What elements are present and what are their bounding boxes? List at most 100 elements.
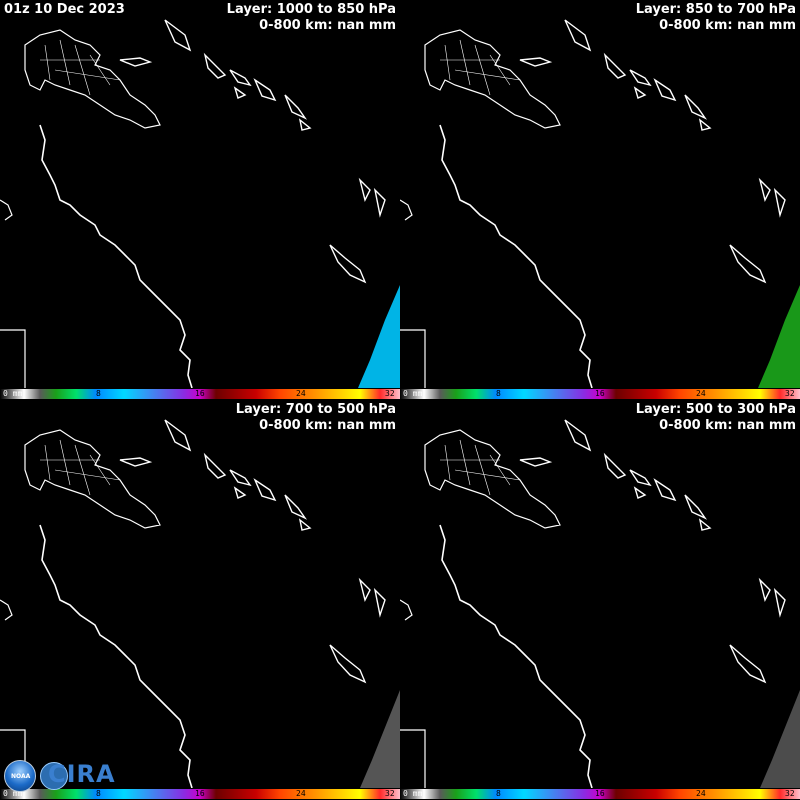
range-label: 0-800 km: nan mm (659, 18, 796, 33)
colorbar-tick: 8 (496, 389, 501, 398)
colorbar-tick: 16 (195, 789, 205, 798)
state-border (400, 199, 426, 388)
island-outline (519, 457, 553, 467)
coastline-map (400, 19, 800, 388)
island-outline (119, 57, 153, 67)
island-outline (698, 518, 712, 531)
island-outline (229, 469, 252, 487)
moisture-field (360, 690, 400, 788)
island-outline (373, 187, 386, 218)
island-outline (164, 19, 192, 52)
colorbar-tick: 0 mm (3, 389, 23, 398)
colorbar-tick: 32 (785, 389, 795, 398)
island-outline (203, 52, 227, 79)
png-coastline (424, 29, 561, 129)
map-panel-1: Layer: 1000 to 850 hPa 0-800 km: nan mm 0 … (0, 0, 400, 400)
layer-label: Layer: 700 to 500 hPa (235, 402, 396, 417)
colorbar-tick: 24 (296, 789, 306, 798)
island-outline (284, 494, 308, 520)
coastline-map (0, 19, 400, 388)
colorbar-tick: 8 (496, 789, 501, 798)
coastline-map (400, 419, 800, 788)
island-outline (729, 644, 767, 684)
australia-coastline (439, 124, 593, 388)
island-outline (684, 494, 708, 520)
colorbar-tick: 16 (595, 789, 605, 798)
map-panel-2: Layer: 850 to 700 hPa 0-800 km: nan mm 0 m… (400, 0, 800, 400)
colorbar-tick: 8 (96, 789, 101, 798)
island-outline (653, 478, 677, 502)
island-outline (373, 587, 386, 618)
colorbar-tick: 32 (385, 389, 395, 398)
range-label: 0-800 km: nan mm (659, 418, 796, 433)
island-outline (253, 478, 277, 502)
colorbar-tick: 0 mm (403, 389, 423, 398)
province-borders (440, 39, 521, 96)
island-outline (358, 577, 371, 603)
island-outline (229, 69, 252, 87)
island-outline (564, 19, 592, 52)
map-panel-3: Layer: 700 to 500 hPa 0-800 km: nan mm 0 m… (0, 400, 400, 800)
colorbar: 0 mm 8 16 24 32 (0, 388, 400, 400)
cira-logo-text: CIRA (48, 760, 116, 788)
island-outline (329, 644, 367, 684)
island-outline (298, 118, 312, 131)
noaa-logo-icon: NOAA (4, 760, 36, 792)
moisture-field (760, 690, 800, 788)
island-outline (773, 587, 786, 618)
island-outline (698, 118, 712, 131)
png-coastline (24, 29, 161, 129)
province-borders (440, 439, 521, 496)
colorbar-tick: 16 (595, 389, 605, 398)
state-border (400, 599, 426, 788)
state-border (0, 199, 26, 388)
moisture-field (358, 285, 400, 388)
colorbar-tick: 24 (296, 389, 306, 398)
province-borders (40, 439, 121, 496)
island-outline (653, 78, 677, 102)
timestamp-label: 01z 10 Dec 2023 (4, 2, 125, 17)
australia-coastline (39, 124, 193, 388)
island-outline (298, 518, 312, 531)
island-outline (164, 419, 192, 452)
island-outline (564, 419, 592, 452)
png-coastline (24, 429, 161, 529)
australia-coastline (39, 524, 193, 788)
island-outline (603, 52, 627, 79)
map-panel-4: Layer: 500 to 300 hPa 0-800 km: nan mm 0 m… (400, 400, 800, 800)
island-outline (773, 187, 786, 218)
layer-label: Layer: 1000 to 850 hPa (226, 2, 396, 17)
island-outline (603, 452, 627, 479)
island-outline (119, 457, 153, 467)
island-outline (758, 577, 771, 603)
island-outline (253, 78, 277, 102)
province-borders (40, 39, 121, 96)
island-outline (633, 86, 647, 99)
island-outline (729, 244, 767, 284)
range-label: 0-800 km: nan mm (259, 418, 396, 433)
colorbar-tick: 32 (785, 789, 795, 798)
island-outline (519, 57, 553, 67)
colorbar-tick: 16 (195, 389, 205, 398)
layer-label: Layer: 850 to 700 hPa (635, 2, 796, 17)
island-outline (329, 244, 367, 284)
island-outline (233, 486, 247, 499)
range-label: 0-800 km: nan mm (259, 18, 396, 33)
moisture-field (758, 285, 800, 388)
island-outline (633, 486, 647, 499)
layer-label: Layer: 500 to 300 hPa (635, 402, 796, 417)
colorbar: 0 mm 8 16 24 32 (400, 388, 800, 400)
colorbar-tick: 24 (696, 789, 706, 798)
colorbar-tick: 0 mm (403, 789, 423, 798)
png-coastline (424, 429, 561, 529)
island-outline (233, 86, 247, 99)
colorbar-tick: 32 (385, 789, 395, 798)
colorbar-tick: 8 (96, 389, 101, 398)
island-outline (629, 469, 652, 487)
island-outline (629, 69, 652, 87)
island-outline (203, 452, 227, 479)
coastline-map (0, 419, 400, 788)
island-outline (284, 94, 308, 120)
colorbar-tick: 24 (696, 389, 706, 398)
australia-coastline (439, 524, 593, 788)
